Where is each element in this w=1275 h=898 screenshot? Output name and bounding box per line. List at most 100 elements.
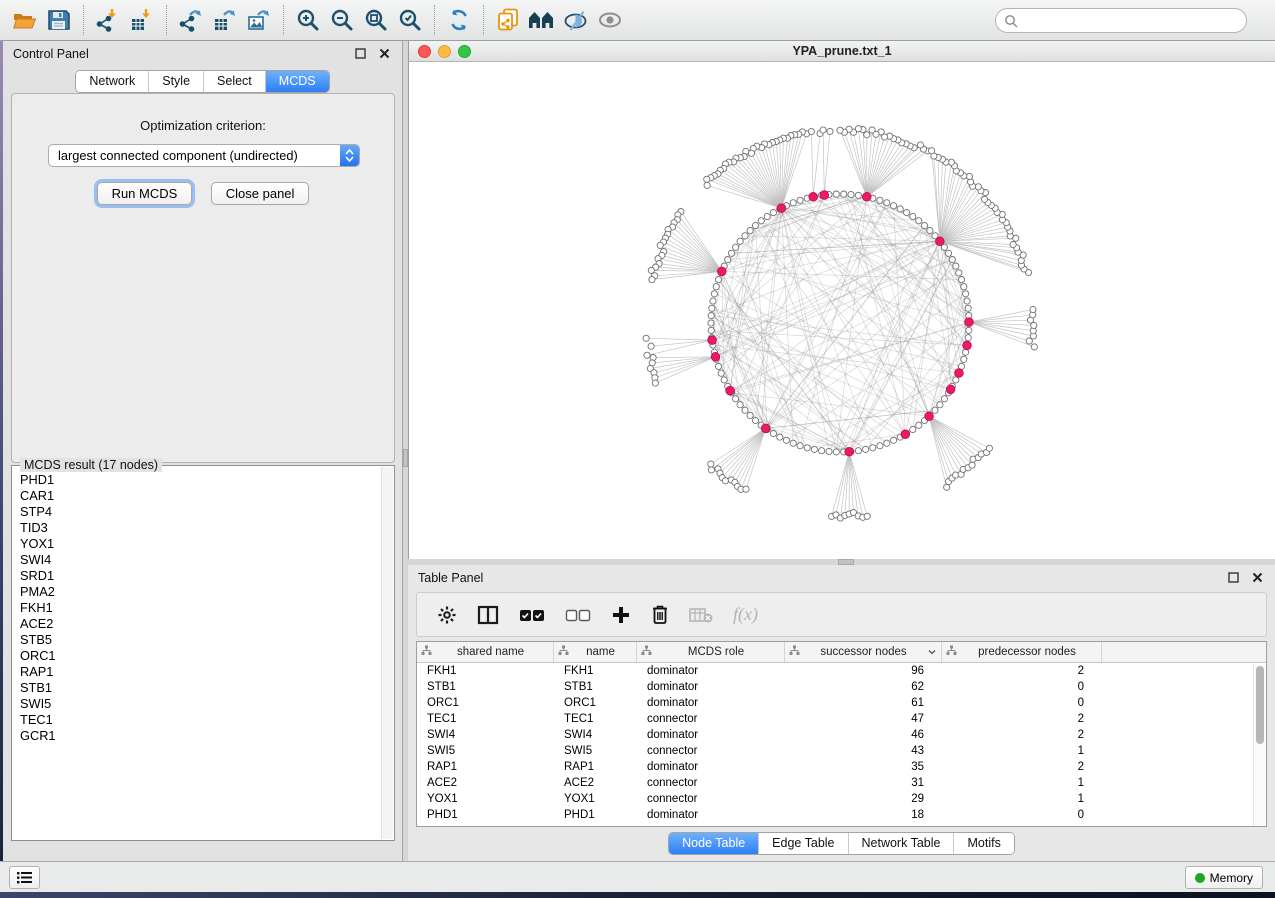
network-node[interactable] <box>708 327 714 333</box>
network-node[interactable] <box>884 200 890 206</box>
network-node[interactable] <box>910 426 916 432</box>
network-node[interactable] <box>725 257 731 263</box>
tab-node-table[interactable]: Node Table <box>669 833 758 854</box>
tab-network[interactable]: Network <box>76 71 148 92</box>
table-cell[interactable]: 46 <box>785 727 942 743</box>
table-cell[interactable]: connector <box>637 791 785 807</box>
table-cell[interactable]: dominator <box>637 759 785 775</box>
table-row[interactable]: SWI4SWI4dominator462 <box>417 727 1266 743</box>
network-node[interactable] <box>833 449 839 455</box>
network-node[interactable] <box>648 343 654 349</box>
network-node[interactable] <box>644 352 650 358</box>
task-history-button[interactable] <box>9 866 40 889</box>
network-node[interactable] <box>884 440 890 446</box>
mcds-node[interactable] <box>955 369 964 378</box>
network-node[interactable] <box>986 445 992 451</box>
mcds-result-item[interactable]: ORC1 <box>14 648 380 664</box>
tab-select[interactable]: Select <box>203 71 265 92</box>
table-cell[interactable]: dominator <box>637 663 785 679</box>
network-node[interactable] <box>770 209 776 215</box>
window-close-icon[interactable] <box>418 45 431 58</box>
tab-network-table[interactable]: Network Table <box>848 833 954 854</box>
open-file-icon[interactable] <box>8 4 42 36</box>
network-node[interactable] <box>916 218 922 224</box>
column-header-name[interactable]: name <box>554 642 637 662</box>
network-node[interactable] <box>863 446 869 452</box>
network-node[interactable] <box>961 356 967 362</box>
mcds-node[interactable] <box>845 447 854 456</box>
network-node[interactable] <box>709 305 715 311</box>
tab-motifs[interactable]: Motifs <box>953 833 1013 854</box>
mcds-result-item[interactable]: ACE2 <box>14 616 380 632</box>
network-node[interactable] <box>708 313 714 319</box>
network-node[interactable] <box>891 437 897 443</box>
network-node[interactable] <box>891 203 897 209</box>
table-cell[interactable]: TEC1 <box>417 711 554 727</box>
network-node[interactable] <box>758 218 764 224</box>
mcds-node[interactable] <box>718 267 727 276</box>
network-node[interactable] <box>982 196 988 202</box>
network-node[interactable] <box>855 192 861 198</box>
mcds-result-item[interactable]: SWI4 <box>14 552 380 568</box>
tab-edge-table[interactable]: Edge Table <box>758 833 847 854</box>
mcds-result-item[interactable]: TEC1 <box>14 712 380 728</box>
network-node[interactable] <box>966 327 972 333</box>
network-node[interactable] <box>958 277 964 283</box>
network-node[interactable] <box>770 430 776 436</box>
network-node[interactable] <box>713 284 719 290</box>
network-node[interactable] <box>790 200 796 206</box>
table-row[interactable]: SWI5SWI5connector431 <box>417 743 1266 759</box>
network-node[interactable] <box>704 182 710 188</box>
network-node[interactable] <box>652 380 658 386</box>
table-cell[interactable]: ORC1 <box>417 695 554 711</box>
network-node[interactable] <box>949 257 955 263</box>
table-row[interactable]: TEC1TEC1connector472 <box>417 711 1266 727</box>
zoom-in-icon[interactable] <box>291 4 325 36</box>
delete-column-icon[interactable] <box>651 604 669 625</box>
table-cell[interactable]: 1 <box>942 743 1102 759</box>
column-header-successor-nodes[interactable]: successor nodes <box>785 642 942 662</box>
mcds-result-item[interactable]: STB1 <box>14 680 380 696</box>
table-cell[interactable]: 35 <box>785 759 942 775</box>
network-node[interactable] <box>764 213 770 219</box>
save-session-icon[interactable] <box>42 4 76 36</box>
network-node[interactable] <box>733 244 739 250</box>
table-cell[interactable]: dominator <box>637 807 785 823</box>
network-node[interactable] <box>790 440 796 446</box>
table-cell[interactable]: STB1 <box>417 679 554 695</box>
mcds-result-item[interactable]: GCR1 <box>14 728 380 744</box>
table-cell[interactable]: 43 <box>785 743 942 759</box>
network-node[interactable] <box>797 443 803 449</box>
mcds-result-item[interactable]: YOX1 <box>14 536 380 552</box>
table-cell[interactable]: YOX1 <box>554 791 637 807</box>
export-table-icon[interactable] <box>208 4 242 36</box>
table-cell[interactable]: 62 <box>785 679 942 695</box>
network-node[interactable] <box>945 250 951 256</box>
network-node[interactable] <box>733 396 739 402</box>
network-node[interactable] <box>819 448 825 454</box>
network-node[interactable] <box>961 284 967 290</box>
mcds-node[interactable] <box>708 336 717 345</box>
network-node[interactable] <box>797 197 803 203</box>
network-node[interactable] <box>917 142 923 148</box>
network-node[interactable] <box>737 402 743 408</box>
table-cell[interactable]: 31 <box>785 775 942 791</box>
mcds-result-item[interactable]: PHD1 <box>14 472 380 488</box>
network-node[interactable] <box>804 445 810 451</box>
mcds-node[interactable] <box>901 430 910 439</box>
hide-graphics-details-icon[interactable] <box>559 4 593 36</box>
table-cell[interactable]: connector <box>637 743 785 759</box>
mcds-node[interactable] <box>965 318 974 327</box>
network-node[interactable] <box>747 227 753 233</box>
table-cell[interactable]: SWI5 <box>554 743 637 759</box>
network-node[interactable] <box>643 335 649 341</box>
table-row[interactable]: RAP1RAP1dominator352 <box>417 759 1266 775</box>
table-cell[interactable]: 2 <box>942 759 1102 775</box>
table-cell[interactable]: 2 <box>942 663 1102 679</box>
apply-layout-icon[interactable] <box>442 4 476 36</box>
network-node[interactable] <box>921 222 927 228</box>
import-table-icon[interactable] <box>125 4 159 36</box>
table-cell[interactable]: YOX1 <box>417 791 554 807</box>
table-row[interactable]: ORC1ORC1dominator610 <box>417 695 1266 711</box>
network-node[interactable] <box>721 377 727 383</box>
